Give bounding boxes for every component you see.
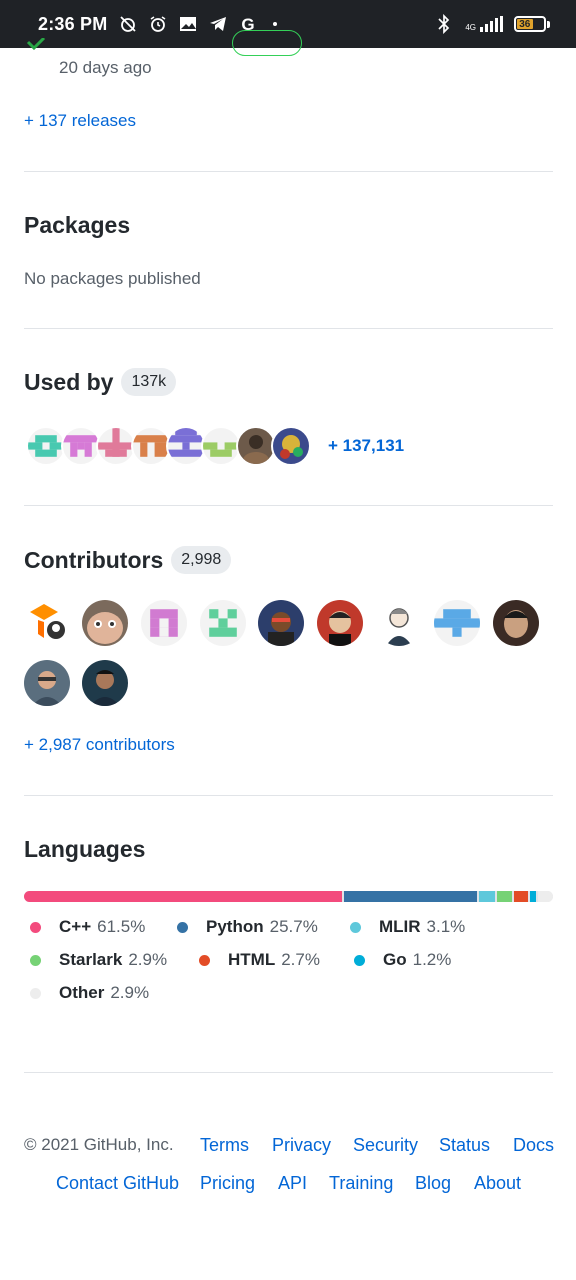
avatar[interactable] bbox=[434, 600, 480, 646]
avatar[interactable] bbox=[96, 426, 136, 466]
check-icon bbox=[26, 36, 46, 57]
used-by-title[interactable]: Used by 137k bbox=[24, 368, 177, 396]
avatar[interactable] bbox=[82, 660, 128, 706]
avatar[interactable] bbox=[24, 600, 70, 646]
lang-dot-icon bbox=[354, 954, 365, 966]
footer-link-status[interactable]: Status bbox=[439, 1135, 490, 1156]
footer-link-privacy[interactable]: Privacy bbox=[272, 1135, 331, 1156]
packages-title: Packages bbox=[24, 212, 131, 238]
used-by-more-link[interactable]: + 137,131 bbox=[328, 436, 404, 456]
avatar[interactable] bbox=[141, 600, 187, 646]
alarm-off-icon bbox=[117, 13, 139, 35]
lang-dot-icon bbox=[30, 954, 41, 966]
status-time: 2:36 PM bbox=[38, 13, 108, 34]
gallery-icon bbox=[177, 13, 199, 35]
signal-icon: 4G bbox=[465, 16, 504, 32]
used-by-count: 137k bbox=[121, 368, 177, 396]
avatar[interactable] bbox=[376, 600, 422, 646]
avatar[interactable] bbox=[258, 600, 304, 646]
lang-item-starlark[interactable]: Starlark 2.9% bbox=[30, 950, 167, 970]
language-bar-segment bbox=[529, 891, 537, 902]
lang-item-cpp[interactable]: C++ 61.5% bbox=[30, 917, 145, 937]
notification-dot-icon bbox=[273, 22, 278, 26]
footer-link-blog[interactable]: Blog bbox=[415, 1173, 451, 1194]
network-type: 4G bbox=[465, 23, 476, 32]
avatar[interactable] bbox=[236, 426, 276, 466]
avatar[interactable] bbox=[317, 600, 363, 646]
divider bbox=[24, 505, 553, 506]
footer-copyright: © 2021 GitHub, Inc. bbox=[24, 1135, 174, 1154]
language-bar-segment bbox=[513, 891, 528, 902]
footer-link-terms[interactable]: Terms bbox=[200, 1135, 249, 1156]
avatar[interactable] bbox=[271, 426, 311, 466]
lang-item-other: Other 2.9% bbox=[30, 983, 149, 1003]
language-bar-segment bbox=[24, 891, 342, 902]
language-bar-segment bbox=[496, 891, 512, 902]
avatar[interactable] bbox=[166, 426, 206, 466]
footer-link-contact[interactable]: Contact GitHub bbox=[56, 1173, 179, 1194]
contributors-title[interactable]: Contributors 2,998 bbox=[24, 546, 232, 574]
avatar[interactable] bbox=[131, 426, 171, 466]
language-bar-segment bbox=[343, 891, 477, 902]
languages-bar bbox=[24, 891, 553, 902]
divider bbox=[24, 795, 553, 796]
avatar[interactable] bbox=[24, 660, 70, 706]
more-contributors-link[interactable]: + 2,987 contributors bbox=[24, 735, 175, 755]
avatar[interactable] bbox=[200, 600, 246, 646]
avatar[interactable] bbox=[26, 426, 66, 466]
divider bbox=[24, 1072, 553, 1073]
avatar[interactable] bbox=[61, 426, 101, 466]
lang-item-html[interactable]: HTML 2.7% bbox=[199, 950, 320, 970]
language-bar-segment bbox=[478, 891, 495, 902]
contributors-count: 2,998 bbox=[171, 546, 232, 574]
lang-item-mlir[interactable]: MLIR 3.1% bbox=[350, 917, 465, 937]
footer-link-api[interactable]: API bbox=[278, 1173, 307, 1194]
divider bbox=[24, 171, 553, 172]
telegram-icon bbox=[207, 13, 229, 35]
avatar[interactable] bbox=[82, 600, 128, 646]
footer-link-about[interactable]: About bbox=[474, 1173, 521, 1194]
latest-release-badge bbox=[232, 30, 302, 56]
contributors-label: Contributors bbox=[24, 546, 164, 573]
release-time: 20 days ago bbox=[59, 58, 152, 77]
avatar[interactable] bbox=[493, 600, 539, 646]
used-by-label: Used by bbox=[24, 368, 114, 395]
lang-dot-icon bbox=[350, 921, 361, 933]
lang-dot-icon bbox=[30, 921, 41, 933]
lang-item-go[interactable]: Go 1.2% bbox=[354, 950, 451, 970]
footer-link-pricing[interactable]: Pricing bbox=[200, 1173, 255, 1194]
language-bar-segment bbox=[538, 891, 553, 902]
bluetooth-icon bbox=[433, 13, 455, 35]
footer-link-security[interactable]: Security bbox=[353, 1135, 418, 1156]
battery-icon: 36 bbox=[514, 16, 550, 32]
lang-dot-icon bbox=[199, 954, 210, 966]
divider bbox=[24, 328, 553, 329]
languages-title: Languages bbox=[24, 836, 146, 862]
alarm-clock-icon bbox=[147, 13, 169, 35]
used-by-avatars[interactable] bbox=[26, 426, 311, 466]
more-releases-link[interactable]: + 137 releases bbox=[24, 111, 136, 131]
battery-level: 36 bbox=[517, 19, 533, 30]
lang-dot-icon bbox=[30, 987, 41, 999]
no-packages-text: No packages published bbox=[24, 269, 201, 288]
footer-link-training[interactable]: Training bbox=[329, 1173, 393, 1194]
lang-item-python[interactable]: Python 25.7% bbox=[177, 917, 318, 937]
footer-link-docs[interactable]: Docs bbox=[513, 1135, 554, 1156]
avatar[interactable] bbox=[201, 426, 241, 466]
lang-dot-icon bbox=[177, 921, 188, 933]
